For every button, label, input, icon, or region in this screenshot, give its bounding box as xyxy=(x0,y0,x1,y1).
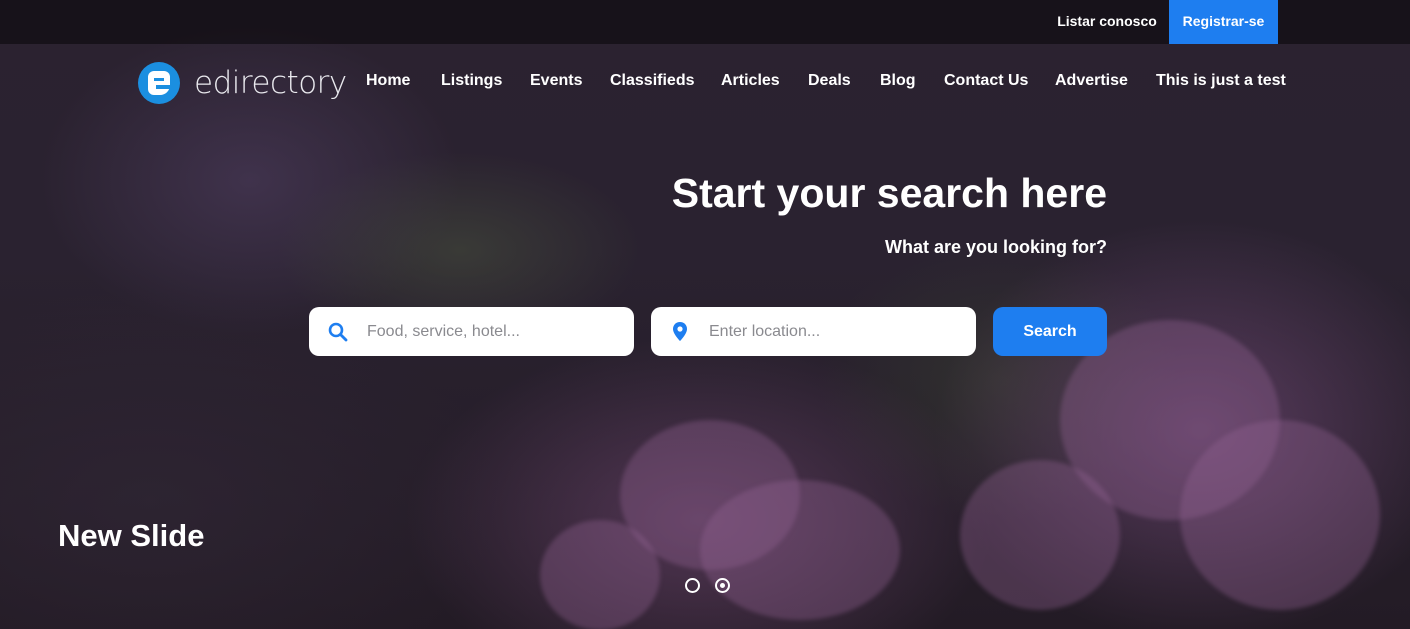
nav-item-test[interactable]: This is just a test xyxy=(1156,72,1286,90)
nav-item-listings[interactable]: Listings xyxy=(441,72,502,90)
register-button[interactable]: Registrar-se xyxy=(1169,0,1278,44)
nav-item-classifieds[interactable]: Classifieds xyxy=(610,72,694,90)
map-pin-icon xyxy=(651,322,709,341)
site-logo[interactable]: edirectory xyxy=(138,62,347,104)
slider-dot-1[interactable] xyxy=(685,578,700,593)
nav-item-articles[interactable]: Articles xyxy=(721,72,780,90)
nav-item-home[interactable]: Home xyxy=(366,72,410,90)
logo-icon xyxy=(138,62,180,104)
nav-item-contact-us[interactable]: Contact Us xyxy=(944,72,1028,90)
slide-title: New Slide xyxy=(58,518,205,553)
slider-dot-2[interactable] xyxy=(715,578,730,593)
search-icon xyxy=(309,322,367,342)
location-search-input[interactable] xyxy=(709,311,976,352)
logo-text: edirectory xyxy=(194,65,347,101)
keyword-search-input[interactable] xyxy=(367,311,634,352)
nav-item-advertise[interactable]: Advertise xyxy=(1055,72,1128,90)
hero-headline: Start your search here xyxy=(671,170,1107,216)
nav-item-events[interactable]: Events xyxy=(530,72,582,90)
nav-item-blog[interactable]: Blog xyxy=(880,72,916,90)
keyword-search-field[interactable] xyxy=(309,307,634,356)
top-bar: Listar conosco Registrar-se xyxy=(0,0,1410,44)
nav-item-deals[interactable]: Deals xyxy=(808,72,851,90)
hero-subline: What are you looking for? xyxy=(884,237,1107,257)
location-search-field[interactable] xyxy=(651,307,976,356)
search-button[interactable]: Search xyxy=(993,307,1107,356)
list-with-us-link[interactable]: Listar conosco xyxy=(1052,0,1162,44)
